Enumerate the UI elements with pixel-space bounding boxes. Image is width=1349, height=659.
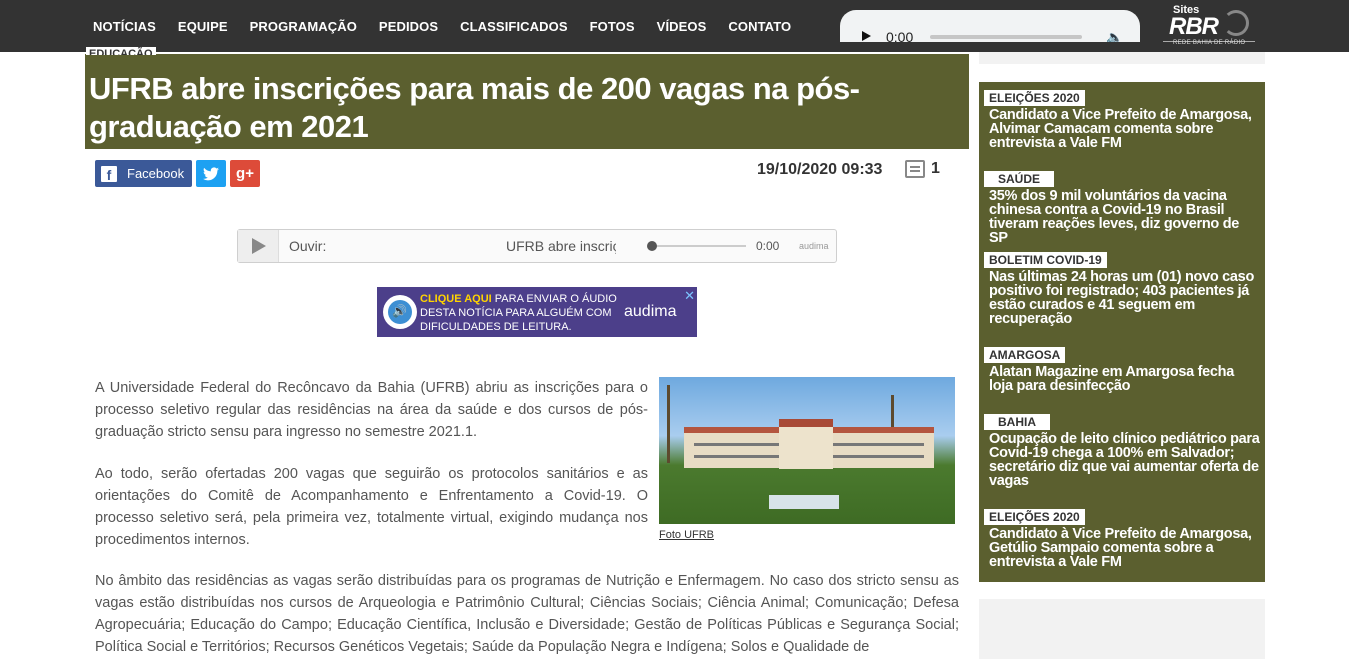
news-tag[interactable]: BOLETIM COVID-19: [984, 252, 1107, 268]
photo-caption[interactable]: Foto UFRB: [659, 529, 714, 541]
nav-equipe[interactable]: EQUIPE: [167, 19, 239, 34]
news-title[interactable]: Ocupação de leito clínico pediátrico par…: [989, 432, 1260, 489]
nav-classificados[interactable]: CLASSIFICADOS: [449, 19, 578, 34]
site-logo[interactable]: Sites RBR REDE BAHIA DE RÁDIO: [1163, 4, 1255, 46]
sidebar-news-list: ELEIÇÕES 2020 Candidato a Vice Prefeito …: [979, 82, 1265, 582]
audio-label: Ouvir:: [289, 238, 327, 254]
audio-title: UFRB abre inscrições para mais de 200 va…: [506, 238, 616, 254]
news-tag[interactable]: SAÚDE: [984, 171, 1055, 187]
article-category[interactable]: EDUCAÇÃO: [86, 47, 156, 55]
banner-brand: audima: [624, 303, 677, 320]
headline-banner: UFRB abre inscrições para mais de 200 va…: [85, 54, 969, 149]
sidebar-news-item[interactable]: ELEIÇÕES 2020 Candidato à Vice Prefeito …: [984, 508, 1260, 569]
radio-time: 0:00: [886, 29, 914, 42]
news-title[interactable]: Alatan Magazine em Amargosa fecha loja p…: [989, 365, 1260, 394]
comment-count: 1: [931, 160, 940, 177]
news-title[interactable]: Candidato a Vice Prefeito de Amargosa, A…: [989, 108, 1260, 151]
top-navigation-bar: NOTÍCIAS⌄ EQUIPE PROGRAMAÇÃO PEDIDOS CLA…: [0, 0, 1349, 56]
news-title[interactable]: 35% dos 9 mil voluntários da vacina chin…: [989, 189, 1260, 246]
nav-fotos[interactable]: FOTOS: [579, 19, 646, 34]
audio-time: 0:00: [756, 239, 780, 253]
sidebar-bottom-block: [979, 599, 1265, 659]
twitter-icon: [203, 166, 219, 180]
twitter-share-button[interactable]: [196, 160, 226, 187]
radio-audio-player: 0:00 🔈: [840, 10, 1140, 42]
play-icon[interactable]: [238, 230, 279, 262]
article-audio-player: Ouvir: UFRB abre inscrições para mais de…: [237, 229, 837, 263]
news-title[interactable]: Candidato à Vice Prefeito de Amargosa, G…: [989, 527, 1260, 570]
nav-programacao[interactable]: PROGRAMAÇÃO: [239, 19, 368, 34]
facebook-share-button[interactable]: f Facebook: [95, 160, 192, 187]
news-title[interactable]: Nas últimas 24 horas um (01) novo caso p…: [989, 270, 1260, 327]
comment-icon: [905, 160, 925, 178]
play-icon[interactable]: [862, 31, 871, 41]
share-buttons: f Facebook g+: [95, 160, 260, 187]
sidebar-news-item[interactable]: SAÚDE 35% dos 9 mil voluntários da vacin…: [984, 170, 1260, 245]
logo-ring-icon: [1223, 10, 1249, 36]
sidebar-news-item[interactable]: AMARGOSA Alatan Magazine em Amargosa fec…: [984, 346, 1260, 393]
article-paragraph: A Universidade Federal do Recôncavo da B…: [95, 380, 648, 440]
article-title: UFRB abre inscrições para mais de 200 va…: [89, 71, 860, 144]
nav-pedidos[interactable]: PEDIDOS: [368, 19, 449, 34]
facebook-icon: f: [101, 165, 117, 183]
article-datetime: 19/10/2020 09:33: [757, 161, 883, 178]
nav-contato[interactable]: CONTATO: [717, 19, 802, 34]
nav-videos[interactable]: VÍDEOS: [646, 19, 718, 34]
article-photo[interactable]: [659, 377, 955, 524]
comments-link[interactable]: 1: [905, 160, 940, 178]
news-tag[interactable]: ELEIÇÕES 2020: [984, 509, 1085, 525]
banner-text: CLIQUE AQUI PARA ENVIAR O ÁUDIO DESTA NO…: [420, 293, 617, 333]
nav-noticias[interactable]: NOTÍCIAS⌄: [82, 19, 167, 56]
news-tag[interactable]: BAHIA: [984, 414, 1050, 430]
sidebar-top-block: [979, 52, 1265, 64]
audima-brand[interactable]: audima: [799, 241, 829, 251]
google-plus-share-button[interactable]: g+: [230, 160, 260, 187]
audio-seek-bar[interactable]: [650, 245, 746, 247]
speaker-icon: [383, 295, 417, 329]
main-nav: NOTÍCIAS⌄ EQUIPE PROGRAMAÇÃO PEDIDOS CLA…: [82, 0, 802, 56]
audio-seek-handle[interactable]: [647, 241, 657, 251]
volume-icon[interactable]: 🔈: [1106, 29, 1123, 42]
article-paragraph: No âmbito das residências as vagas serão…: [95, 573, 959, 655]
radio-seek-bar[interactable]: [930, 35, 1082, 39]
sidebar-news-item[interactable]: BOLETIM COVID-19 Nas últimas 24 horas um…: [984, 251, 1260, 326]
article-paragraph: Ao todo, serão ofertadas 200 vagas que s…: [95, 466, 648, 548]
sidebar-news-item[interactable]: ELEIÇÕES 2020 Candidato a Vice Prefeito …: [984, 89, 1260, 150]
news-tag[interactable]: ELEIÇÕES 2020: [984, 90, 1085, 106]
sidebar-news-item[interactable]: BAHIA Ocupação de leito clínico pediátri…: [984, 413, 1260, 488]
audima-share-banner[interactable]: CLIQUE AQUI PARA ENVIAR O ÁUDIO DESTA NO…: [377, 287, 697, 337]
news-tag[interactable]: AMARGOSA: [984, 347, 1066, 363]
close-icon[interactable]: ✕: [684, 288, 695, 304]
